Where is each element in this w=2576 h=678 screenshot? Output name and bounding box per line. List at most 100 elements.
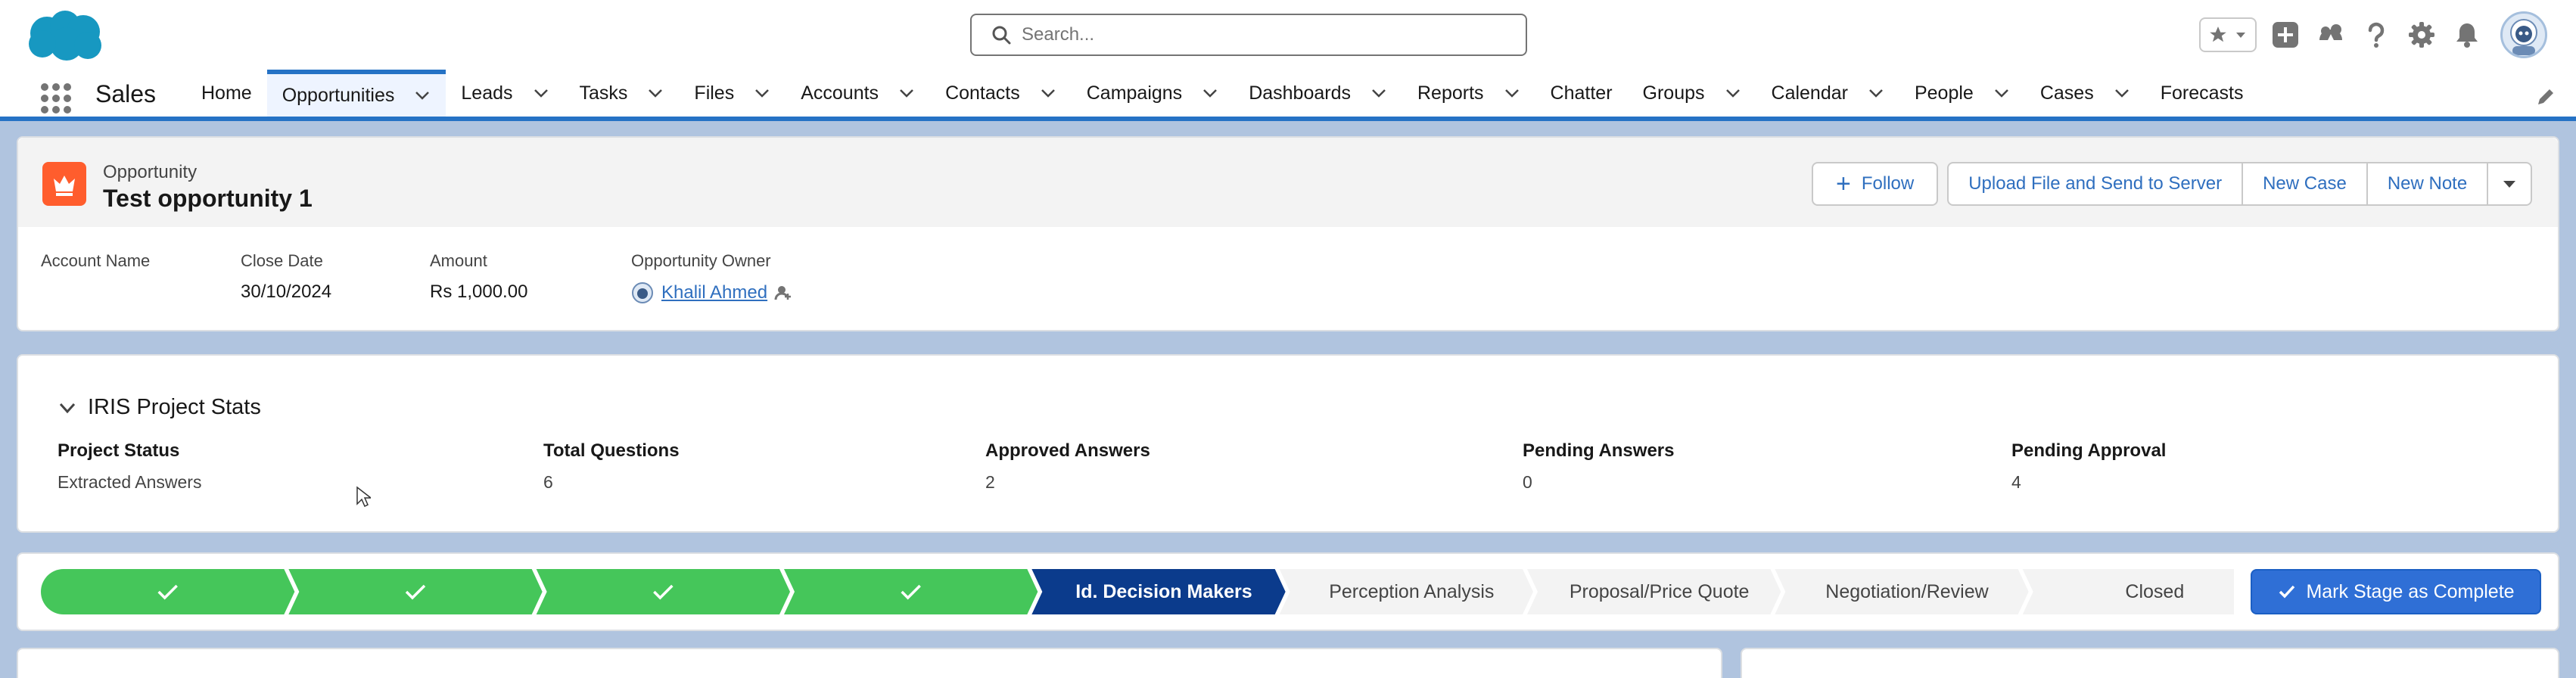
nav-item-reports[interactable]: Reports [1402, 70, 1535, 117]
field-amount: Amount Rs 1,000.00 [430, 251, 528, 302]
nav-item-calendar[interactable]: Calendar [1756, 70, 1899, 117]
help-icon [2368, 22, 2385, 48]
chevron-down-icon[interactable] [1040, 85, 1056, 101]
mark-stage-complete-button[interactable]: Mark Stage as Complete [2251, 569, 2541, 614]
record-actions: + Follow Upload File and Send to Server … [1812, 162, 2533, 206]
follow-label: Follow [1861, 173, 1915, 194]
stat-total-questions: Total Questions 6 [543, 440, 680, 492]
chevron-down-icon[interactable] [754, 85, 770, 101]
nav-item-label: Files [694, 82, 735, 104]
chevron-down-icon[interactable] [1504, 85, 1520, 101]
iris-project-stats-card: IRIS Project Stats Project Status Extrac… [17, 354, 2559, 533]
nav-item-label: Calendar [1771, 82, 1848, 104]
path-stage-2[interactable] [288, 569, 543, 614]
nav-item-tasks[interactable]: Tasks [565, 70, 680, 117]
chevron-down-icon[interactable] [1868, 85, 1884, 101]
nav-item-label: People [1914, 82, 1974, 104]
global-search[interactable] [970, 14, 1527, 56]
nav-item-people[interactable]: People [1899, 70, 2025, 117]
owner-link[interactable]: Khalil Ahmed [661, 282, 767, 303]
stats-title: IRIS Project Stats [88, 395, 261, 419]
chevron-down-icon[interactable] [414, 87, 431, 104]
setup-button[interactable] [2405, 18, 2438, 51]
trailhead-icon [2319, 24, 2342, 42]
nav-item-label: Chatter [1550, 82, 1613, 104]
chevron-down-icon[interactable] [533, 85, 549, 101]
check-icon [2279, 585, 2295, 599]
nav-item-label: Accounts [801, 82, 879, 104]
record-title-bar: Opportunity Test opportunity 1 + Follow … [18, 138, 2558, 227]
upload-file-button[interactable]: Upload File and Send to Server [1947, 162, 2244, 206]
gear-icon [2409, 22, 2434, 48]
pencil-icon[interactable] [2534, 85, 2558, 109]
nav-item-chatter[interactable]: Chatter [1535, 70, 1628, 117]
app-nav-bar: Sales Home Opportunities Leads Tasks Fil… [0, 70, 2576, 121]
opportunity-icon [42, 162, 86, 206]
change-owner-icon[interactable] [773, 283, 793, 303]
help-button[interactable] [2360, 18, 2393, 51]
path-stage-label: Perception Analysis [1329, 580, 1495, 602]
stats-section-toggle[interactable]: IRIS Project Stats [58, 395, 261, 420]
owner-avatar-icon [632, 282, 653, 303]
stat-approved-answers: Approved Answers 2 [985, 440, 1150, 492]
nav-item-files[interactable]: Files [679, 70, 786, 117]
global-actions-button[interactable] [2269, 18, 2302, 51]
chevron-down-icon[interactable] [898, 85, 915, 101]
new-case-button[interactable]: New Case [2243, 162, 2368, 206]
nav-item-home[interactable]: Home [186, 70, 267, 117]
record-type-label: Opportunity [103, 162, 198, 182]
nav-item-dashboards[interactable]: Dashboards [1234, 70, 1402, 117]
global-header [0, 0, 2576, 70]
search-icon [992, 26, 1011, 45]
nav-item-label: Forecasts [2160, 82, 2244, 104]
header-actions [2199, 11, 2547, 59]
follow-button[interactable]: + Follow [1812, 162, 1939, 206]
detail-panel [17, 648, 1722, 678]
nav-item-label: Campaigns [1086, 82, 1183, 104]
app-launcher-icon[interactable] [39, 82, 73, 115]
nav-item-forecasts[interactable]: Forecasts [2145, 70, 2259, 117]
crown-icon [54, 176, 75, 196]
chevron-down-icon[interactable] [1202, 85, 1218, 101]
chevron-down-icon[interactable] [647, 85, 664, 101]
nav-item-label: Dashboards [1249, 82, 1351, 104]
bell-icon [2456, 23, 2478, 48]
chevron-down-icon [59, 403, 76, 413]
user-avatar[interactable] [2500, 11, 2547, 58]
trailhead-button[interactable] [2314, 18, 2347, 51]
nav-item-leads[interactable]: Leads [446, 70, 564, 117]
star-icon [2210, 26, 2226, 42]
nav-item-campaigns[interactable]: Campaigns [1072, 70, 1234, 117]
chevron-down-icon[interactable] [2234, 28, 2248, 42]
mark-stage-complete-label: Mark Stage as Complete [2306, 580, 2515, 602]
chevron-down-icon[interactable] [1370, 85, 1387, 101]
nav-item-opportunities[interactable]: Opportunities [266, 70, 446, 117]
nav-item-label: Contacts [945, 82, 1020, 104]
nav-item-label: Reports [1417, 82, 1484, 104]
salesforce-logo[interactable] [21, 8, 106, 65]
path-stage-3[interactable] [536, 569, 790, 614]
more-actions-button[interactable] [2488, 162, 2533, 206]
field-account-name: Account Name [41, 251, 151, 270]
chevron-down-icon[interactable] [1993, 85, 2010, 101]
search-input[interactable] [1022, 24, 1476, 45]
path-stage-4[interactable] [784, 569, 1038, 614]
nav-item-label: Cases [2039, 82, 2094, 104]
chevron-down-icon [2503, 181, 2516, 188]
plus-icon: + [1836, 170, 1851, 198]
chevron-down-icon[interactable] [1725, 85, 1741, 101]
nav-item-contacts[interactable]: Contacts [930, 70, 1072, 117]
new-note-button[interactable]: New Note [2367, 162, 2489, 206]
nav-item-cases[interactable]: Cases [2025, 70, 2145, 117]
nav-item-accounts[interactable]: Accounts [786, 70, 930, 117]
stat-pending-approval: Pending Approval 4 [2011, 440, 2167, 492]
nav-item-groups[interactable]: Groups [1628, 70, 1756, 117]
stat-pending-answers: Pending Answers 0 [1523, 440, 1675, 492]
notifications-button[interactable] [2450, 18, 2484, 51]
record-name: Test opportunity 1 [103, 185, 313, 212]
favorites-button[interactable] [2199, 17, 2257, 52]
stat-project-status: Project Status Extracted Answers [58, 440, 202, 492]
chevron-down-icon[interactable] [2114, 85, 2130, 101]
path-stage-1[interactable] [41, 569, 295, 614]
sales-path: Id. Decision Makers Perception Analysis Pr… [41, 569, 2234, 614]
